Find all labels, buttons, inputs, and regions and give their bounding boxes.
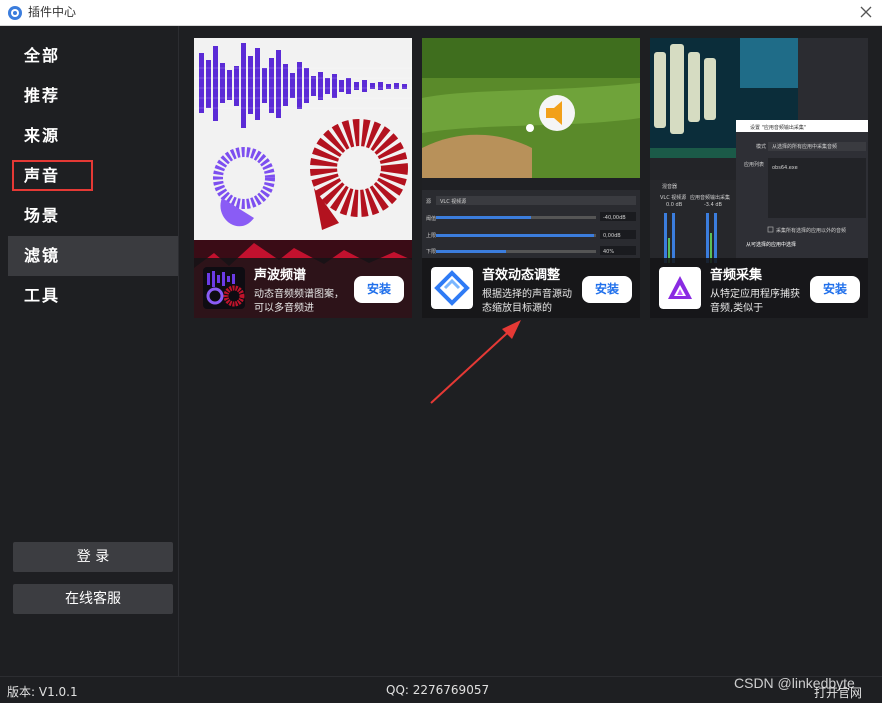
online-support-button[interactable]: 在线客服 (13, 584, 173, 614)
close-icon[interactable] (856, 2, 876, 22)
plugin-card-audio-capture[interactable]: 设置 "应用音频输出采集" 模式 从选择的所有应用中采集音频 应用列表 obs6… (650, 38, 868, 318)
svg-text:应用音频输出采集: 应用音频输出采集 (690, 194, 730, 201)
sidebar-item-recommended[interactable]: 推荐 (8, 76, 178, 116)
sidebar-item-audio[interactable]: 声音 (8, 156, 178, 196)
svg-text:下限: 下限 (426, 248, 436, 255)
sidebar-item-filters[interactable]: 滤镜 (8, 236, 178, 276)
svg-text:-3.4 dB: -3.4 dB (704, 202, 723, 208)
sidebar: 全部 推荐 来源 声音 场景 滤镜 工具 登 录 在线客服 (0, 26, 178, 676)
plugin-name: 声波频谱 (254, 268, 307, 283)
sidebar-item-tools[interactable]: 工具 (8, 276, 178, 316)
install-button[interactable]: 安装 (810, 276, 860, 303)
svg-text:应用列表: 应用列表 (744, 161, 764, 168)
plugin-center-window: 插件中心 全部 推荐 来源 声音 场景 滤镜 工具 登 录 在线客服 声波频谱 … (0, 0, 882, 703)
annotation-arrow-icon (430, 320, 521, 404)
plugin-card-audio-spectrum[interactable]: 声波频谱 动态音频频谱图案，可以多音频进 安装 (194, 38, 412, 318)
window-title: 插件中心 (28, 5, 77, 19)
svg-text:0.0 dB: 0.0 dB (666, 202, 683, 208)
version-label: 版本: V1.0.1 (7, 685, 78, 699)
watermark: CSDN @linkedbyte (734, 675, 855, 691)
svg-text:采集所有选择的应用以外的音频: 采集所有选择的应用以外的音频 (776, 227, 846, 234)
plugin-card-audio-dynamic-adjust[interactable]: 源 VLC 视频源 阈值 -40,00dB 上限 0,00dB 下限 40% 音… (422, 38, 640, 318)
svg-text:-40,00dB: -40,00dB (603, 215, 626, 221)
sidebar-item-label: 全部 (24, 46, 61, 65)
svg-text:模式: 模式 (756, 143, 766, 150)
sidebar-item-label: 来源 (24, 126, 61, 145)
sidebar-item-label: 场景 (24, 206, 61, 225)
svg-text:从选择的所有应用中采集音频: 从选择的所有应用中采集音频 (772, 143, 837, 150)
sidebar-item-label: 推荐 (24, 86, 61, 105)
svg-text:VLC 视频源: VLC 视频源 (440, 198, 466, 205)
svg-text:源: 源 (426, 198, 431, 205)
plugin-thumbnail (431, 267, 473, 309)
install-button[interactable]: 安装 (582, 276, 632, 303)
plugin-name: 音频采集 (710, 268, 763, 283)
sidebar-item-sources[interactable]: 来源 (8, 116, 178, 156)
title-bar: 插件中心 (0, 0, 882, 26)
qq-contact: QQ: 2276769057 (386, 683, 490, 697)
svg-text:VLC 视频源: VLC 视频源 (660, 194, 686, 201)
plugin-name: 音效动态调整 (482, 268, 561, 283)
svg-text:obs64.exe: obs64.exe (772, 165, 798, 171)
svg-text:阈值: 阈值 (426, 215, 436, 222)
plugin-thumbnail (659, 267, 701, 309)
plugin-thumbnail (203, 267, 245, 309)
app-logo-icon (8, 6, 22, 20)
install-button[interactable]: 安装 (354, 276, 404, 303)
sidebar-item-label: 声音 (24, 166, 61, 185)
svg-text:40%: 40% (603, 249, 614, 255)
svg-text:从可选择的应用中选择: 从可选择的应用中选择 (746, 241, 796, 248)
sidebar-item-all[interactable]: 全部 (8, 36, 178, 76)
login-button[interactable]: 登 录 (13, 542, 173, 572)
svg-text:0,00dB: 0,00dB (603, 233, 621, 239)
plugin-description: 动态音频频谱图案，可以多音频进 (254, 289, 344, 314)
sidebar-item-label: 工具 (24, 286, 61, 305)
svg-text:上限: 上限 (426, 232, 436, 239)
sidebar-item-scenes[interactable]: 场景 (8, 196, 178, 236)
sidebar-item-label: 滤镜 (24, 246, 61, 265)
plugin-description: 从特定应用程序捕获音频,类似于 (710, 289, 800, 314)
svg-text:设置 "应用音频输出采集": 设置 "应用音频输出采集" (750, 124, 806, 131)
svg-text:混音器: 混音器 (662, 183, 677, 190)
